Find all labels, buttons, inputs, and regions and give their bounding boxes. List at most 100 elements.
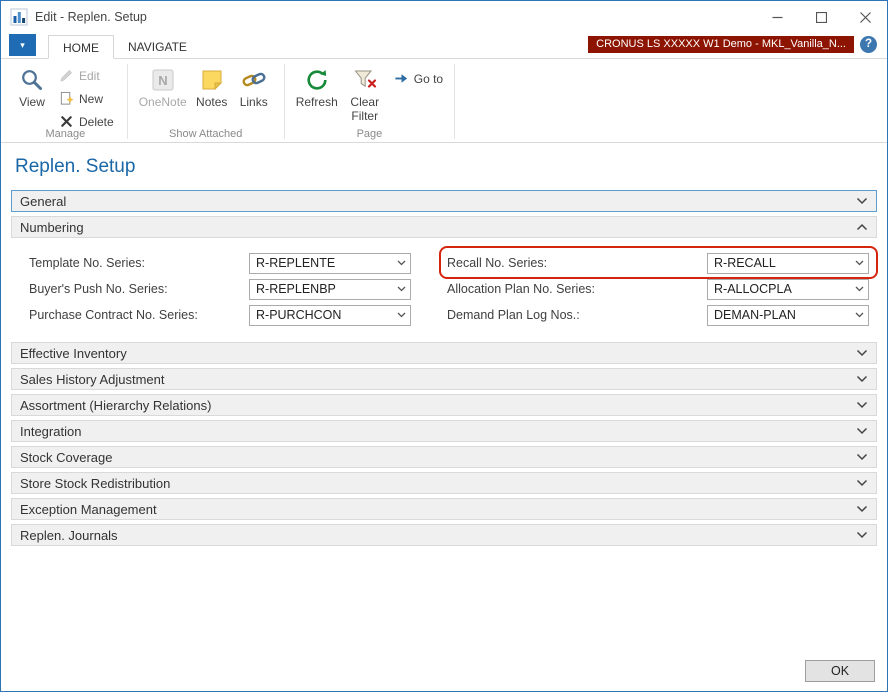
company-badge: CRONUS LS XXXXX W1 Demo - MKL_Vanilla_N.… xyxy=(588,36,854,53)
recall-no-series-label: Recall No. Series: xyxy=(447,256,707,270)
onenote-button: N OneNote xyxy=(135,63,191,110)
fasttab-numbering[interactable]: Numbering xyxy=(11,216,877,238)
chevron-down-icon xyxy=(393,254,410,273)
close-icon xyxy=(860,12,871,23)
links-label: Links xyxy=(240,96,268,110)
fasttab-sales-history-adjustment[interactable]: Sales History Adjustment xyxy=(11,368,877,390)
notes-button[interactable]: Notes xyxy=(191,63,233,110)
chevron-down-icon xyxy=(856,505,868,513)
fasttab-numbering-label: Numbering xyxy=(20,220,84,235)
view-label: View xyxy=(19,96,45,110)
template-no-series-combobox[interactable]: R-REPLENTE xyxy=(249,253,411,274)
clear-filter-label: Clear Filter xyxy=(346,96,384,124)
numbering-fields-left: Template No. Series: R-REPLENTE Buyer's … xyxy=(29,250,411,328)
chevron-down-icon xyxy=(856,427,868,435)
tab-navigate[interactable]: NAVIGATE xyxy=(114,35,201,59)
ribbon-divider xyxy=(127,64,128,139)
template-no-series-label: Template No. Series: xyxy=(29,256,249,270)
chevron-up-icon xyxy=(856,223,868,231)
chevron-down-icon xyxy=(393,306,410,325)
minimize-button[interactable] xyxy=(755,1,799,33)
field-row: Buyer's Push No. Series: R-REPLENBP xyxy=(29,276,411,302)
help-button[interactable]: ? xyxy=(860,36,877,53)
chevron-down-icon xyxy=(856,479,868,487)
chevron-down-icon xyxy=(393,280,410,299)
fasttab-label: Sales History Adjustment xyxy=(20,372,165,387)
chevron-down-icon xyxy=(856,401,868,409)
ribbon-divider xyxy=(454,64,455,139)
maximize-button[interactable] xyxy=(799,1,843,33)
title-bar: Edit - Replen. Setup xyxy=(1,1,887,33)
fasttab-stock-coverage[interactable]: Stock Coverage xyxy=(11,446,877,468)
refresh-button[interactable]: Refresh xyxy=(292,63,342,110)
edit-button: Edit xyxy=(55,67,118,84)
app-chart-icon xyxy=(10,8,28,26)
demand-plan-log-nos-label: Demand Plan Log Nos.: xyxy=(447,308,707,322)
combo-value: R-REPLENTE xyxy=(256,256,335,270)
field-row: Allocation Plan No. Series: R-ALLOCPLA xyxy=(447,276,869,302)
combo-value: R-ALLOCPLA xyxy=(714,282,792,296)
field-row: Demand Plan Log Nos.: DEMAN-PLAN xyxy=(447,302,869,328)
combo-value: R-PURCHCON xyxy=(256,308,341,322)
application-menu-button[interactable]: ▾ xyxy=(9,34,36,56)
chevron-down-icon xyxy=(856,349,868,357)
page-group-label: Page xyxy=(286,128,453,140)
goto-button[interactable]: Go to xyxy=(394,71,443,86)
ribbon-group-page: Refresh Clear Filter Go to Page xyxy=(286,61,453,142)
numbering-fields-right: Recall No. Series: R-RECALL Allocation P… xyxy=(447,250,869,328)
chain-link-icon xyxy=(241,67,267,93)
question-mark-icon: ? xyxy=(865,38,872,50)
ribbon-divider xyxy=(284,64,285,139)
close-button[interactable] xyxy=(843,1,887,33)
chevron-down-icon xyxy=(856,197,868,205)
chevron-down-icon xyxy=(851,254,868,273)
fasttab-effective-inventory[interactable]: Effective Inventory xyxy=(11,342,877,364)
new-label: New xyxy=(79,92,103,106)
links-button[interactable]: Links xyxy=(233,63,275,110)
recall-no-series-combobox[interactable]: R-RECALL xyxy=(707,253,869,274)
edit-replen-setup-window: Edit - Replen. Setup ▾ HOME NAVIGATE CRO… xyxy=(0,0,888,692)
numbering-fields: Template No. Series: R-REPLENTE Buyer's … xyxy=(11,242,877,342)
demand-plan-log-nos-combobox[interactable]: DEMAN-PLAN xyxy=(707,305,869,326)
maximize-icon xyxy=(816,12,827,23)
ok-button[interactable]: OK xyxy=(805,660,875,682)
chevron-down-icon xyxy=(856,453,868,461)
combo-value: R-RECALL xyxy=(714,256,776,270)
fasttab-exception-management[interactable]: Exception Management xyxy=(11,498,877,520)
fasttab-label: Stock Coverage xyxy=(20,450,113,465)
show-attached-group-label: Show Attached xyxy=(129,128,283,140)
fasttab-label: Store Stock Redistribution xyxy=(20,476,170,491)
allocation-plan-no-series-combobox[interactable]: R-ALLOCPLA xyxy=(707,279,869,300)
refresh-icon xyxy=(304,67,330,93)
fasttab-integration[interactable]: Integration xyxy=(11,420,877,442)
fasttab-general[interactable]: General xyxy=(11,190,877,212)
new-document-icon xyxy=(59,91,74,106)
field-row: Purchase Contract No. Series: R-PURCHCON xyxy=(29,302,411,328)
purchase-contract-no-series-label: Purchase Contract No. Series: xyxy=(29,308,249,322)
field-row-highlighted: Recall No. Series: R-RECALL xyxy=(447,250,869,276)
buyers-push-no-series-combobox[interactable]: R-REPLENBP xyxy=(249,279,411,300)
chevron-down-icon: ▾ xyxy=(20,40,25,51)
page-title: Replen. Setup xyxy=(11,143,877,190)
pencil-icon xyxy=(59,68,74,83)
view-button[interactable]: View xyxy=(11,63,53,110)
purchase-contract-no-series-combobox[interactable]: R-PURCHCON xyxy=(249,305,411,326)
fasttab-replen-journals[interactable]: Replen. Journals xyxy=(11,524,877,546)
refresh-label: Refresh xyxy=(296,96,338,110)
sticky-note-icon xyxy=(199,67,225,93)
tab-home[interactable]: HOME xyxy=(48,35,114,59)
notes-label: Notes xyxy=(196,96,227,110)
page-content: Replen. Setup General Numbering Template… xyxy=(1,143,887,692)
window-controls xyxy=(755,1,887,33)
ribbon-tab-row: ▾ HOME NAVIGATE CRONUS LS XXXXX W1 Demo … xyxy=(1,33,887,59)
fasttab-label: Integration xyxy=(20,424,81,439)
clear-filter-button[interactable]: Clear Filter xyxy=(342,63,388,124)
fasttab-store-stock-redistribution[interactable]: Store Stock Redistribution xyxy=(11,472,877,494)
new-button[interactable]: New xyxy=(55,90,118,107)
minimize-icon xyxy=(772,12,783,23)
combo-value: DEMAN-PLAN xyxy=(714,308,796,322)
buyers-push-no-series-label: Buyer's Push No. Series: xyxy=(29,282,249,296)
window-title: Edit - Replen. Setup xyxy=(35,10,147,24)
fasttab-assortment-hierarchy-relations[interactable]: Assortment (Hierarchy Relations) xyxy=(11,394,877,416)
chevron-down-icon xyxy=(856,375,868,383)
